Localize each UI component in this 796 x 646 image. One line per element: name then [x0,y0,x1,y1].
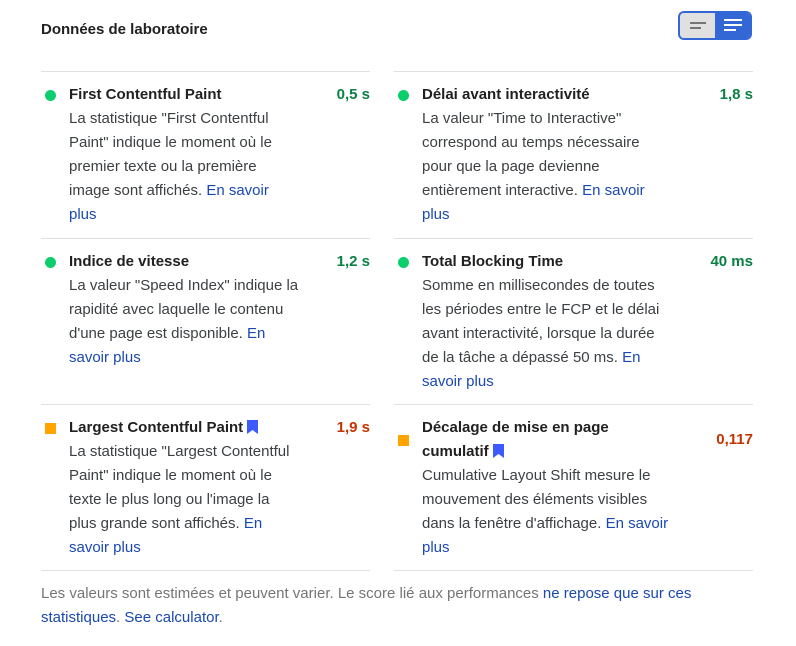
metric-title-wrap: Décalage de mise en page cumulatif [422,416,632,464]
metric-description: Cumulative Layout Shift mesure le mouvem… [422,464,672,560]
pass-indicator-icon [45,257,56,268]
metric-description: Somme en millisecondes de toutes les pér… [422,274,674,394]
grid-bottom-divider [41,570,370,571]
metric-value: 1,8 s [719,86,753,103]
grid-bottom-divider [394,570,753,571]
expanded-view-button[interactable] [715,13,750,38]
metric-title: Largest Contentful Paint [69,419,244,436]
footer-text: Les valeurs sont estimées et peuvent var… [41,585,543,602]
metric-title: Total Blocking Time [422,253,564,270]
metric-largest-contentful-paint: Largest Contentful Paint 1,9 s La statis… [41,404,370,570]
bookmark-icon [247,420,259,434]
see-calculator-link[interactable]: See calculator [124,609,218,626]
metric-title: First Contentful Paint [69,86,222,103]
compact-list-icon [689,21,706,29]
pass-indicator-icon [398,90,409,101]
metric-title: Indice de vitesse [69,253,190,270]
pass-indicator-icon [45,90,56,101]
average-indicator-icon [398,435,409,446]
metric-value: 1,9 s [336,419,370,436]
footer-note: Les valeurs sont estimées et peuvent var… [41,582,753,630]
metric-speed-index: Indice de vitesse 1,2 s La valeur "Speed… [41,238,370,404]
metric-value: 1,2 s [336,253,370,270]
metric-description: La statistique "Largest Contentful Paint… [69,440,299,560]
metric-description: La valeur "Speed Index" indique la rapid… [69,274,299,370]
expanded-list-icon [723,19,742,31]
compact-view-button[interactable] [680,13,715,38]
pass-indicator-icon [398,257,409,268]
metric-time-to-interactive: Délai avant interactivité 1,8 s La valeu… [394,71,753,238]
metric-value: 40 ms [710,253,753,270]
metric-first-contentful-paint: First Contentful Paint 0,5 s La statisti… [41,71,370,238]
metric-description: La valeur "Time to Interactive" correspo… [422,107,667,227]
metric-title: Délai avant interactivité [422,86,590,103]
metric-title: Décalage de mise en page cumulatif [422,419,609,460]
bookmark-icon [492,444,504,458]
footer-end: . [218,609,223,626]
section-title: Données de laboratoire [41,21,208,38]
metric-description: La statistique "First Contentful Paint" … [69,107,299,227]
view-toggle[interactable] [678,11,752,40]
metric-value: 0,117 [716,431,753,448]
average-indicator-icon [45,423,56,434]
metric-cumulative-layout-shift: Décalage de mise en page cumulatif 0,117… [394,404,753,570]
metric-value: 0,5 s [336,86,370,103]
metric-title-wrap: Largest Contentful Paint [69,416,259,440]
metric-total-blocking-time: Total Blocking Time 40 ms Somme en milli… [394,238,753,404]
